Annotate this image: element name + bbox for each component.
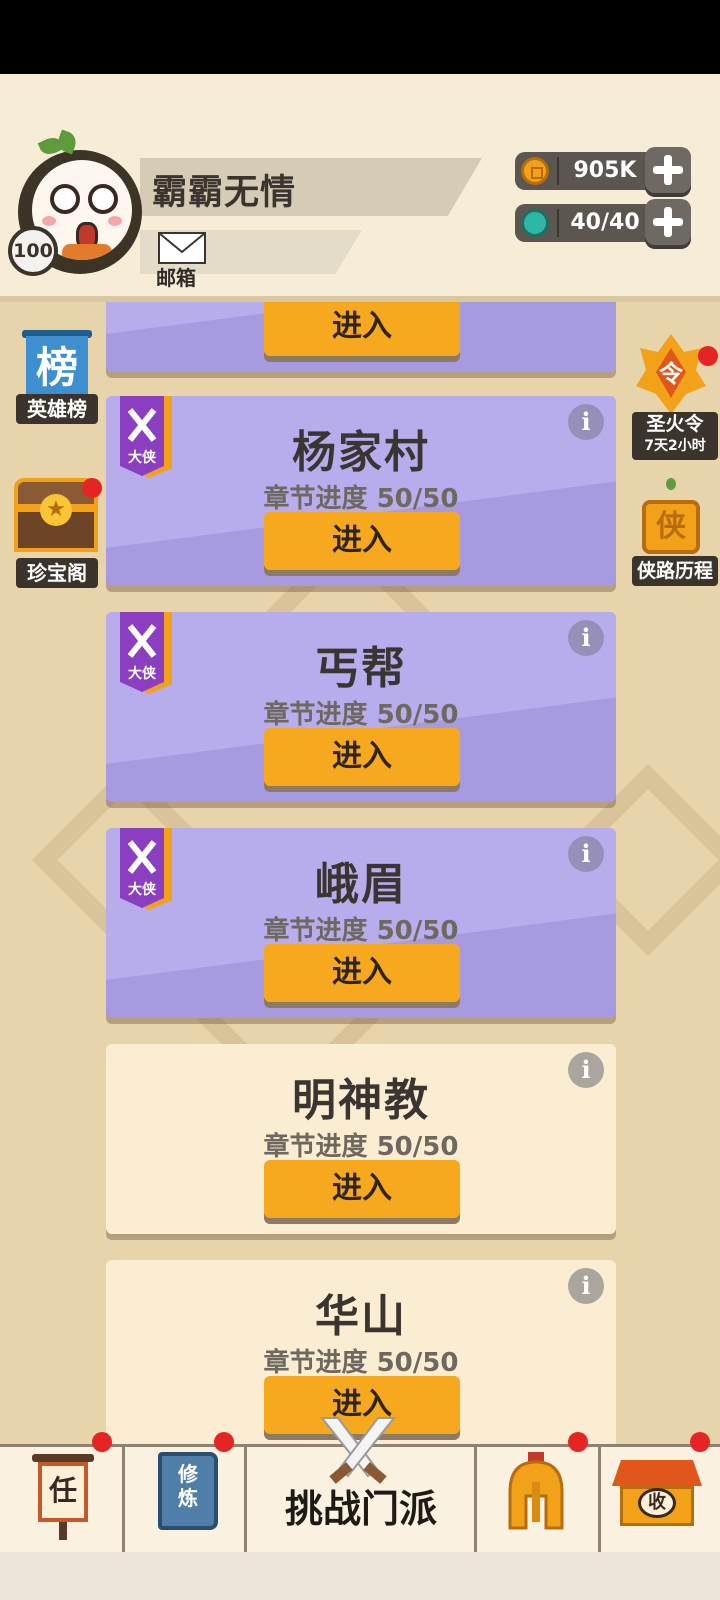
sect-title: 明神教 (292, 1075, 430, 1126)
bottom-safe-area (0, 1552, 720, 1600)
player-name: 霸霸无情 (152, 173, 297, 213)
task-scroll-icon: 任 (38, 1462, 88, 1522)
info-icon[interactable]: i (568, 620, 604, 656)
sect-title: 峨眉 (315, 859, 407, 910)
flame-token-label: 圣火令 (646, 413, 704, 435)
stamina-orb-icon (521, 209, 549, 237)
info-icon[interactable]: i (568, 1268, 604, 1304)
nav-collect[interactable]: 收 (612, 1460, 702, 1532)
training-book-icon: 修炼 (178, 1462, 198, 1510)
flame-token-label-box[interactable]: 圣火令 7天2小时 (632, 412, 718, 460)
info-icon[interactable]: i (568, 404, 604, 440)
lantern-top (666, 478, 676, 490)
flame-token-timer: 7天2小时 (644, 438, 706, 454)
scroll-handle (59, 1522, 67, 1540)
sect-card: 大侠 峨眉 章节进度 50/50 进入 i (106, 828, 616, 1018)
enter-button[interactable]: 进入 (264, 1160, 460, 1218)
sect-card: 明神教 章节进度 50/50 进入 i (106, 1044, 616, 1234)
hero-ranking-button[interactable]: 榜 (20, 330, 94, 402)
scroll-banner-icon: 榜 (26, 336, 88, 400)
notification-dot (92, 1432, 112, 1452)
status-bar (0, 0, 720, 74)
sect-title: 丐帮 (315, 643, 407, 694)
star-icon: ★ (40, 494, 72, 526)
resource-separator (557, 209, 559, 237)
nav-divider (598, 1447, 601, 1552)
coin-hole (531, 167, 543, 179)
coin-icon (521, 157, 549, 185)
sect-progress: 章节进度 50/50 (263, 484, 459, 514)
avatar-eye (88, 184, 118, 214)
mail-icon[interactable] (158, 232, 206, 264)
sect-card: 进入 (106, 302, 616, 372)
plus-icon-v (664, 155, 672, 185)
hero-journey-button[interactable]: 侠 (640, 478, 704, 558)
pavilion-icon (612, 1460, 702, 1486)
treasure-pavilion-label[interactable]: 珍宝阁 (16, 558, 98, 588)
avatar-cheek (108, 216, 122, 226)
notification-dot (82, 478, 102, 498)
collect-glyph: 收 (638, 1488, 676, 1518)
level-badge: 100 (8, 226, 58, 276)
sect-title: 杨家村 (292, 427, 430, 478)
enter-button[interactable]: 进入 (264, 944, 460, 1002)
info-icon[interactable]: i (568, 1052, 604, 1088)
plus-icon-v (664, 207, 672, 237)
avatar-robe (62, 244, 112, 260)
notification-dot (698, 346, 718, 366)
enter-button[interactable]: 进入 (264, 302, 460, 356)
hero-journey-label[interactable]: 侠路历程 (632, 556, 718, 586)
enter-button[interactable]: 进入 (264, 512, 460, 570)
resource-separator (557, 157, 559, 185)
info-icon[interactable]: i (568, 836, 604, 872)
notification-dot (690, 1432, 710, 1452)
sect-list[interactable]: 进入 大侠 杨家村 章节进度 50/50 进入 i 大侠 丐帮 章节进度 50/… (0, 302, 720, 1444)
sect-progress: 章节进度 50/50 (263, 700, 459, 730)
sect-progress: 章节进度 50/50 (263, 1348, 459, 1378)
sect-progress: 章节进度 50/50 (263, 1132, 459, 1162)
mail-label[interactable]: 邮箱 (156, 262, 196, 291)
helmet-icon[interactable] (504, 1452, 568, 1532)
lantern-icon: 侠 (642, 500, 700, 554)
nav-training[interactable]: 修炼 (158, 1452, 218, 1530)
notification-dot (568, 1432, 588, 1452)
nav-tasks[interactable]: 任 (32, 1454, 94, 1540)
notification-dot (214, 1432, 234, 1452)
enter-button[interactable]: 进入 (264, 728, 460, 786)
scroll-rod (32, 1454, 94, 1462)
nav-divider (122, 1447, 125, 1552)
stamina-value: 40/40 (570, 210, 640, 235)
avatar-cheek (42, 216, 56, 226)
nav-challenge-label[interactable]: 挑战门派 (246, 1478, 476, 1533)
sect-card: 大侠 杨家村 章节进度 50/50 进入 i (106, 396, 616, 586)
hero-ranking-label[interactable]: 英雄榜 (16, 394, 98, 424)
coin-value: 905K (573, 158, 637, 183)
add-coins-button[interactable] (645, 147, 691, 193)
sect-title: 华山 (315, 1291, 407, 1342)
flame-token-icon[interactable]: 令 (636, 334, 706, 414)
flame-token-glyph: 令 (659, 360, 684, 388)
avatar-eye (50, 184, 80, 214)
add-stamina-button[interactable] (645, 199, 691, 245)
sect-card: 大侠 丐帮 章节进度 50/50 进入 i (106, 612, 616, 802)
sect-progress: 章节进度 50/50 (263, 916, 459, 946)
crossed-swords-icon[interactable] (318, 1414, 398, 1486)
